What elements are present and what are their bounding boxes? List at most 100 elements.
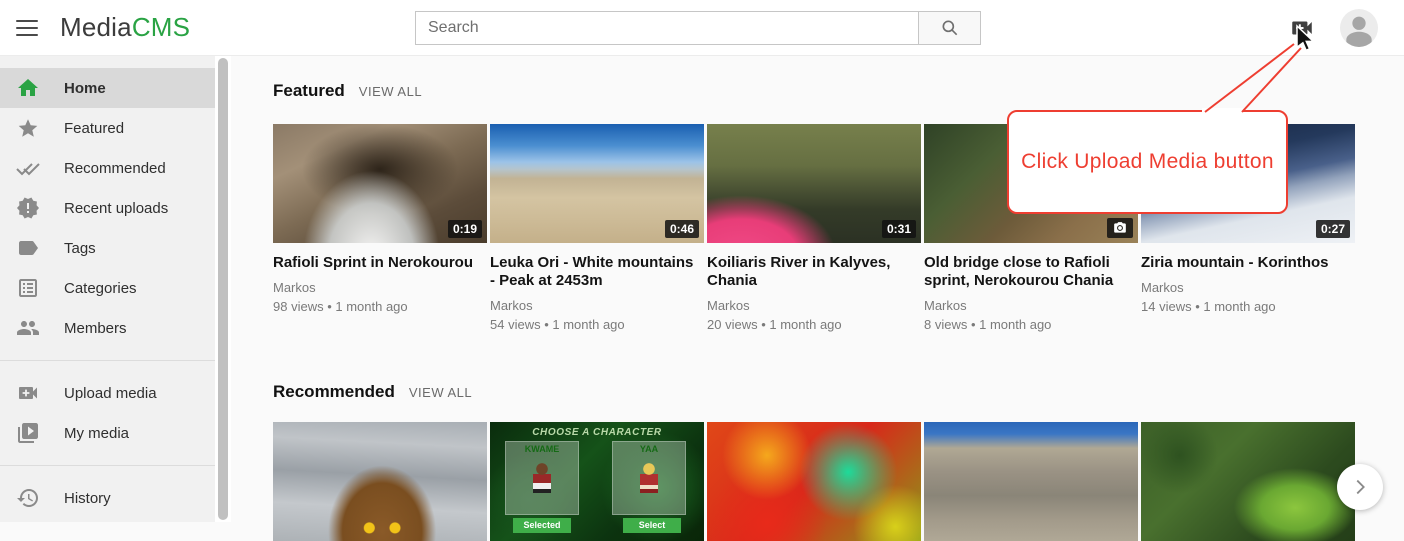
video-meta: 20 views • 1 month ago <box>707 317 921 332</box>
video-meta: 54 views • 1 month ago <box>490 317 704 332</box>
recommended-row: CHOOSE A CHARACTER KWAME YAA Selected Se… <box>273 422 1355 541</box>
app-logo[interactable]: MediaCMS <box>60 12 190 43</box>
sidebar-item-home[interactable]: Home <box>0 68 215 108</box>
video-card[interactable] <box>273 422 487 541</box>
star-icon <box>16 116 40 140</box>
video-thumbnail[interactable]: CHOOSE A CHARACTER KWAME YAA Selected Se… <box>490 422 704 541</box>
search-bar <box>415 11 981 45</box>
sidebar-item-featured[interactable]: Featured <box>0 108 215 148</box>
sidebar: Home Featured Recommended Recent uploads… <box>0 56 215 522</box>
featured-view-all-link[interactable]: VIEW ALL <box>359 84 422 99</box>
sidebar-item-history[interactable]: History <box>0 478 215 518</box>
sidebar-item-label: My media <box>64 425 129 442</box>
recommended-section-header: Recommended VIEW ALL <box>273 382 472 402</box>
thumbnail-character-panel: KWAME <box>505 441 579 515</box>
sidebar-item-recent-uploads[interactable]: Recent uploads <box>0 188 215 228</box>
logo-text-cms: CMS <box>132 12 190 42</box>
video-thumbnail[interactable]: 0:19 <box>273 124 487 243</box>
thumbnail-selected-button: Selected <box>513 518 571 533</box>
sidebar-item-label: Categories <box>64 280 137 297</box>
video-title[interactable]: Leuka Ori - White mountains - Peak at 24… <box>490 254 704 290</box>
video-card[interactable] <box>707 422 921 541</box>
done-all-icon <box>16 156 40 180</box>
video-thumbnail[interactable] <box>1141 422 1355 541</box>
video-title[interactable]: Koiliaris River in Kalyves, Chania <box>707 254 921 290</box>
new-releases-icon <box>16 196 40 220</box>
user-avatar[interactable] <box>1340 9 1378 47</box>
thumbnail-game-heading: CHOOSE A CHARACTER <box>490 427 704 438</box>
video-author[interactable]: Markos <box>707 298 921 313</box>
videocam-plus-icon <box>1289 15 1315 41</box>
search-icon <box>940 18 960 38</box>
video-card[interactable]: 0:46 Leuka Ori - White mountains - Peak … <box>490 124 704 332</box>
sidebar-item-label: History <box>64 490 111 507</box>
tag-icon <box>16 236 40 260</box>
video-author[interactable]: Markos <box>490 298 704 313</box>
header-actions <box>1288 0 1378 56</box>
character-sprite <box>533 463 551 493</box>
hamburger-menu-icon[interactable] <box>16 17 38 39</box>
sidebar-item-upload-media[interactable]: Upload media <box>0 373 215 413</box>
search-input[interactable] <box>415 11 919 45</box>
section-title-recommended: Recommended <box>273 382 395 402</box>
thumbnail-character-panel: YAA <box>612 441 686 515</box>
video-thumbnail[interactable]: 0:46 <box>490 124 704 243</box>
next-arrow-button[interactable] <box>1337 464 1383 510</box>
home-icon <box>16 76 40 100</box>
videocam-plus-icon <box>16 381 40 405</box>
callout-tooltip: Click Upload Media button <box>1007 110 1288 214</box>
sidebar-item-members[interactable]: Members <box>0 308 215 348</box>
sidebar-scrollbar-track <box>215 56 231 522</box>
video-title[interactable]: Rafioli Sprint in Nerokourou <box>273 254 487 272</box>
duration-badge: 0:27 <box>1316 220 1350 238</box>
duration-badge: 0:31 <box>882 220 916 238</box>
sidebar-item-label: Tags <box>64 240 96 257</box>
character-sprite <box>640 463 658 493</box>
video-title[interactable]: Ziria mountain - Korinthos <box>1141 254 1355 272</box>
upload-media-button[interactable] <box>1288 15 1316 41</box>
logo-text-media: Media <box>60 12 132 42</box>
video-card[interactable]: 0:31 Koiliaris River in Kalyves, Chania … <box>707 124 921 332</box>
camera-icon <box>1107 218 1133 238</box>
video-card[interactable] <box>924 422 1138 541</box>
sidebar-item-tags[interactable]: Tags <box>0 228 215 268</box>
video-thumbnail[interactable]: 0:31 <box>707 124 921 243</box>
video-author[interactable]: Markos <box>273 280 487 295</box>
sidebar-item-recommended[interactable]: Recommended <box>0 148 215 188</box>
duration-badge: 0:46 <box>665 220 699 238</box>
sidebar-item-label: Home <box>64 80 106 97</box>
sidebar-item-label: Members <box>64 320 127 337</box>
sidebar-item-categories[interactable]: Categories <box>0 268 215 308</box>
video-thumbnail[interactable] <box>924 422 1138 541</box>
sidebar-scrollbar-thumb[interactable] <box>218 58 228 520</box>
thumbnail-select-button: Select <box>623 518 681 533</box>
categories-icon <box>16 276 40 300</box>
sidebar-item-label: Recommended <box>64 160 166 177</box>
video-card[interactable] <box>1141 422 1355 541</box>
video-meta: 14 views • 1 month ago <box>1141 299 1355 314</box>
video-card[interactable]: CHOOSE A CHARACTER KWAME YAA Selected Se… <box>490 422 704 541</box>
callout-text: Click Upload Media button <box>1021 150 1274 174</box>
sidebar-item-label: Recent uploads <box>64 200 168 217</box>
video-library-icon <box>16 421 40 445</box>
duration-badge: 0:19 <box>448 220 482 238</box>
video-author[interactable]: Markos <box>1141 280 1355 295</box>
sidebar-item-my-media[interactable]: My media <box>0 413 215 453</box>
video-title[interactable]: Old bridge close to Rafioli sprint, Nero… <box>924 254 1138 290</box>
video-card[interactable]: 0:19 Rafioli Sprint in Nerokourou Markos… <box>273 124 487 332</box>
sidebar-item-label: Featured <box>64 120 124 137</box>
video-meta: 98 views • 1 month ago <box>273 299 487 314</box>
search-button[interactable] <box>918 11 981 45</box>
members-icon <box>16 316 40 340</box>
sidebar-divider <box>0 465 215 466</box>
sidebar-item-label: Upload media <box>64 385 157 402</box>
section-title-featured: Featured <box>273 81 345 101</box>
sidebar-divider <box>0 360 215 361</box>
video-thumbnail[interactable] <box>273 422 487 541</box>
chevron-right-icon <box>1349 476 1371 498</box>
top-bar: MediaCMS <box>0 0 1404 56</box>
video-meta: 8 views • 1 month ago <box>924 317 1138 332</box>
video-thumbnail[interactable] <box>707 422 921 541</box>
video-author[interactable]: Markos <box>924 298 1138 313</box>
recommended-view-all-link[interactable]: VIEW ALL <box>409 385 472 400</box>
